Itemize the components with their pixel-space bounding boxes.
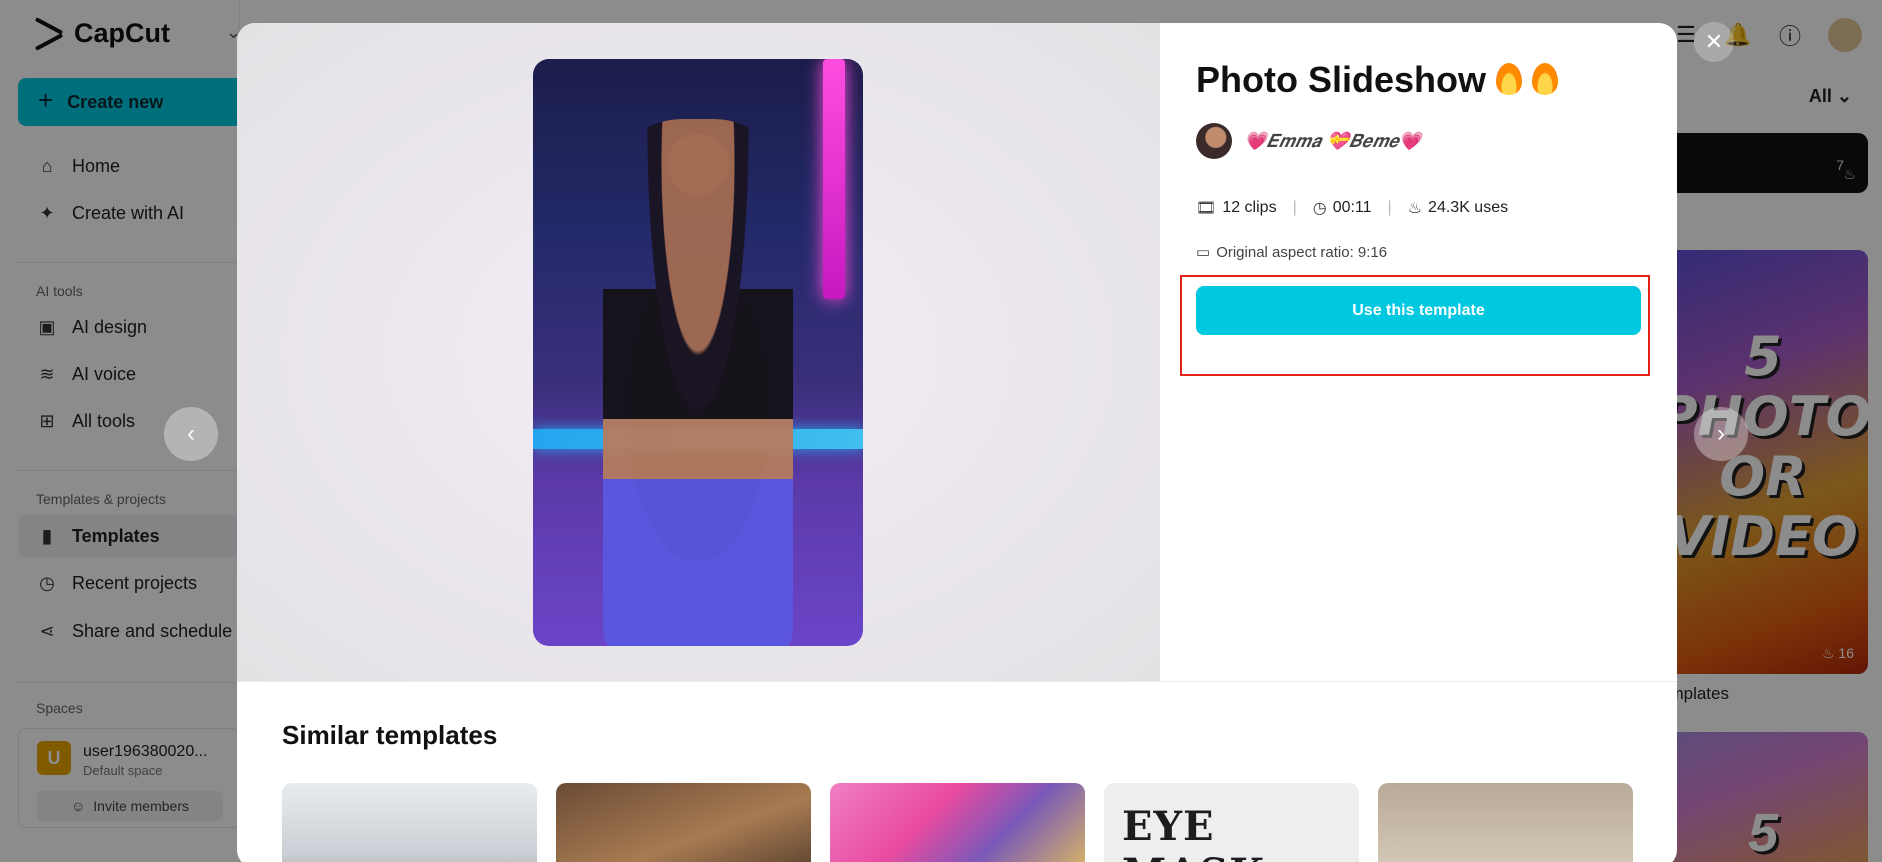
- similar-template-card[interactable]: [830, 783, 1085, 862]
- aspect-ratio: ▭ Original aspect ratio: 9:16: [1196, 243, 1388, 262]
- thumb-title-text: EYE MASK: [1122, 803, 1264, 862]
- preview-pane: [237, 23, 1160, 681]
- film-icon: 🎞: [1196, 200, 1217, 217]
- template-meta: 🎞 12 clips | ◷ 00:11 | ♨ 24.3K uses: [1196, 198, 1508, 218]
- author[interactable]: 💗𝑬𝒎𝒎𝒂 💝𝑩𝒆𝒎𝒆💗: [1196, 123, 1421, 159]
- separator: |: [1387, 199, 1392, 216]
- fire-icon: [1532, 63, 1559, 95]
- aspect-ratio-icon: ▭: [1196, 244, 1211, 261]
- similar-template-card[interactable]: EYE MASK: [1104, 783, 1359, 862]
- neon-light: [823, 59, 845, 299]
- next-arrow-button[interactable]: ›: [1694, 407, 1748, 461]
- similar-template-card[interactable]: [1378, 783, 1633, 862]
- clips-count: 12 clips: [1222, 199, 1277, 216]
- template-title: Photo Slideshow: [1196, 59, 1559, 101]
- clock-icon: ◷: [1312, 200, 1327, 217]
- uses-count: 24.3K uses: [1428, 199, 1509, 216]
- divider: [237, 681, 1677, 682]
- template-preview-video[interactable]: [533, 59, 863, 646]
- chevron-right-icon: ›: [1717, 420, 1725, 447]
- flame-outline-icon: ♨: [1407, 200, 1423, 217]
- fire-icon: [1496, 63, 1523, 95]
- template-preview-modal: Photo Slideshow 💗𝑬𝒎𝒎𝒂 💝𝑩𝒆𝒎𝒆💗 🎞 12 clips …: [237, 23, 1677, 862]
- separator: |: [1292, 199, 1297, 216]
- similar-template-card[interactable]: [556, 783, 811, 862]
- author-avatar: [1196, 123, 1232, 159]
- author-name: 💗𝑬𝒎𝒎𝒂 💝𝑩𝒆𝒎𝒆💗: [1244, 130, 1422, 152]
- close-modal-button[interactable]: ✕: [1694, 22, 1734, 62]
- aspect-ratio-text: Original aspect ratio: 9:16: [1216, 243, 1388, 261]
- similar-template-card[interactable]: [282, 783, 537, 862]
- similar-templates-heading: Similar templates: [282, 720, 498, 750]
- close-icon: ✕: [1704, 29, 1724, 54]
- duration: 00:11: [1332, 199, 1372, 216]
- template-info: Photo Slideshow 💗𝑬𝒎𝒎𝒂 💝𝑩𝒆𝒎𝒆💗 🎞 12 clips …: [1180, 23, 1666, 681]
- template-title-text: Photo Slideshow: [1196, 59, 1487, 100]
- previous-arrow-button[interactable]: ‹: [164, 407, 218, 461]
- person-figure: [603, 119, 793, 646]
- use-this-template-button[interactable]: Use this template: [1196, 286, 1641, 335]
- chevron-left-icon: ‹: [187, 420, 195, 447]
